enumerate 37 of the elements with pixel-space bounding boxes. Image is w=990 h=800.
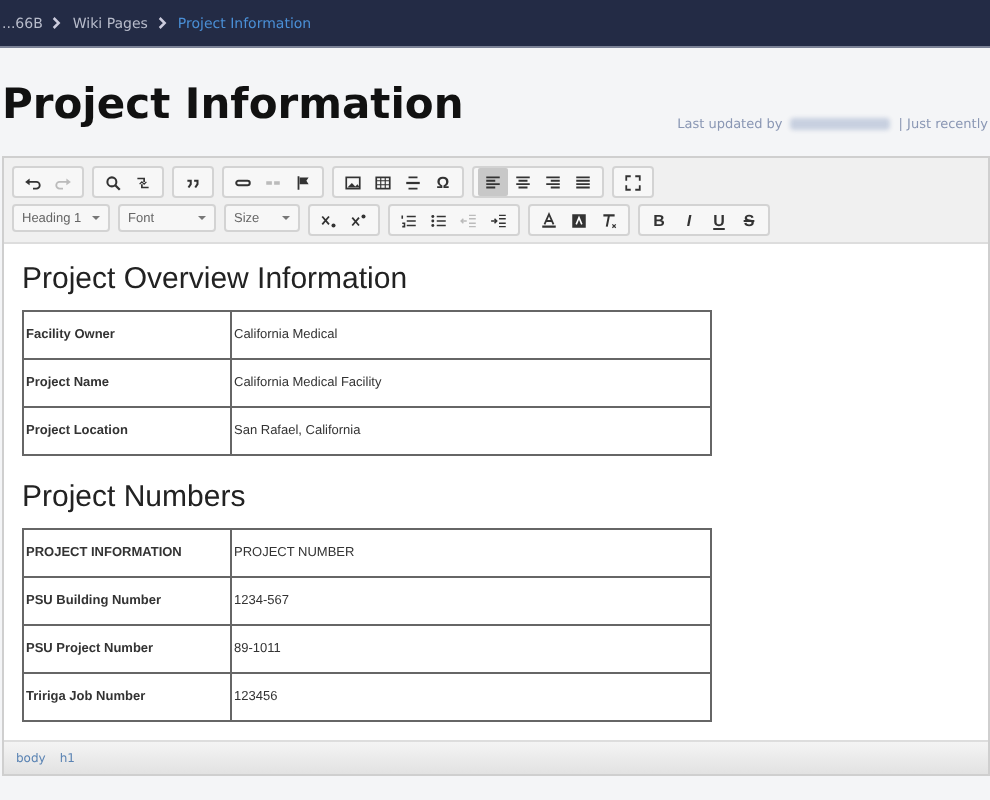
symbol-button[interactable]: Ω (428, 168, 458, 196)
undo-icon (24, 173, 42, 191)
strike-button[interactable]: S (734, 206, 764, 234)
table-icon (374, 173, 392, 191)
search-icon (104, 173, 122, 191)
caret-icon (92, 216, 100, 220)
chevron-right-icon (52, 16, 63, 30)
caret-icon (282, 216, 290, 220)
text-color-icon (540, 211, 558, 229)
bullet-list-icon (430, 211, 448, 229)
align-left-button[interactable] (478, 168, 508, 196)
chevron-right-icon (157, 16, 168, 30)
justify-icon (574, 173, 592, 191)
underline-button[interactable]: U (704, 206, 734, 234)
caret-icon (198, 216, 206, 220)
subscript-icon (320, 211, 338, 229)
flag-icon (294, 173, 312, 191)
clear-format-icon (600, 211, 618, 229)
section-heading: Project Overview Information (22, 262, 410, 296)
section-heading: Project Numbers (22, 480, 248, 514)
fullscreen-icon (624, 173, 642, 191)
align-right-icon (544, 173, 562, 191)
numbered-list-icon (400, 211, 418, 229)
italic-button[interactable]: I (674, 206, 704, 234)
rule-icon (404, 173, 422, 191)
outdent-icon (460, 211, 478, 229)
align-center-icon (514, 173, 532, 191)
page-title: Project Information (0, 78, 464, 128)
align-left-icon (484, 173, 502, 191)
image-icon (344, 173, 362, 191)
redacted-name (790, 118, 891, 130)
background-color-icon (570, 211, 588, 229)
redo-icon (54, 173, 72, 191)
superscript-icon (350, 211, 368, 229)
indent-icon (490, 211, 508, 229)
replace-icon (134, 173, 152, 191)
bold-button[interactable]: B (644, 206, 674, 234)
